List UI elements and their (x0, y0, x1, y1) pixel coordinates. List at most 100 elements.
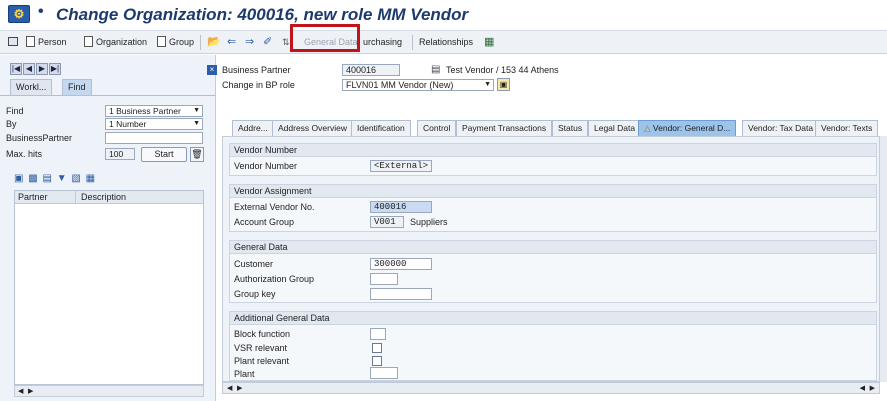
tab-address[interactable]: Addre... (232, 120, 274, 136)
back-arrow-icon[interactable]: ⇐ (227, 31, 236, 54)
last-page-icon[interactable]: ▶| (49, 63, 61, 75)
locator-pane: |◀ ◀ ▶ ▶| Workl... Find Find 1 Business … (0, 55, 216, 401)
tab-vendor-tax-data[interactable]: Vendor: Tax Data (742, 120, 820, 136)
tab-address-overview[interactable]: Address Overview (272, 120, 353, 136)
bp-role-label: Change in BP role (222, 80, 295, 90)
account-group-label: Account Group (234, 217, 295, 227)
next-page-icon[interactable]: ▶ (36, 63, 48, 75)
vendor-number-label: Vendor Number (234, 161, 298, 171)
business-partner-description: Test Vendor / 153 44 Athens (446, 65, 559, 75)
first-page-icon[interactable]: |◀ (10, 63, 22, 75)
relationships-button[interactable]: Relationships (419, 31, 473, 54)
find-label: Find (6, 106, 24, 116)
details-icon[interactable]: ▣ (14, 173, 24, 184)
result-grid: Partner Description (14, 190, 204, 385)
purchasing-button[interactable]: urchasing (363, 31, 402, 54)
scroll-right-icon[interactable]: ▶ (28, 387, 33, 395)
tab-vendor-texts[interactable]: Vendor: Texts (815, 120, 879, 136)
group-button[interactable]: Group (157, 31, 194, 54)
find-icon[interactable]: ▩ (28, 173, 38, 184)
plant-label: Plant (234, 369, 255, 379)
customer-label: Customer (234, 259, 274, 269)
plant-relevant-checkbox[interactable] (372, 356, 382, 366)
tab-strip: Addre... Address Overview Identification… (232, 120, 887, 136)
edit-pencil-icon[interactable]: ✐ (263, 31, 272, 54)
forward-arrow-icon[interactable]: ⇒ (245, 31, 254, 54)
by-select[interactable]: 1 Number ▼ (105, 118, 203, 130)
tab-worklist[interactable]: Workl... (10, 79, 53, 95)
dropdown-arrow-icon: ▼ (193, 107, 200, 114)
scroll-right-icon[interactable]: ▶ (237, 384, 242, 392)
group-title: Vendor Number (230, 144, 876, 157)
find-select[interactable]: 1 Business Partner ▼ (105, 105, 203, 117)
tab-identification[interactable]: Identification (351, 120, 411, 136)
bp-role-select[interactable]: FLVN01 MM Vendor (New) ▼ (342, 79, 494, 91)
horizontal-scrollbar[interactable]: ◀ ▶ (14, 385, 204, 397)
export-icon[interactable]: ▦ (86, 173, 96, 184)
plant-relevant-label: Plant relevant (234, 356, 290, 366)
hierarchy-icon[interactable]: ▦ (484, 31, 494, 54)
external-vendor-number-field[interactable]: 400016 (370, 201, 432, 213)
menu-dot-icon[interactable]: • (38, 3, 44, 21)
result-toolbar: ▣ ▩ ▤ ▼ ▧ ▦ (14, 173, 164, 189)
collapse-icon[interactable]: × (207, 65, 217, 75)
open-folder-icon[interactable]: 📂 (207, 31, 221, 54)
block-function-field[interactable] (370, 328, 386, 340)
group-additional-general-data: Additional General Data Block function V… (229, 311, 877, 381)
layout-icon[interactable]: ▧ (71, 173, 81, 184)
scroll-left-icon[interactable]: ◀ (18, 387, 23, 395)
account-group-field[interactable]: V001 (370, 216, 404, 228)
tab-legal-data[interactable]: Legal Data (588, 120, 642, 136)
organization-button[interactable]: Organization (84, 31, 147, 54)
bp-icon[interactable]: ⚙ (8, 5, 30, 23)
column-divider (75, 191, 76, 204)
column-description[interactable]: Description (81, 192, 126, 202)
customer-field[interactable]: 300000 (370, 258, 432, 270)
tab-vendor-general-data[interactable]: △ Vendor: General D... (638, 120, 737, 136)
vsr-relevant-label: VSR relevant (234, 343, 288, 353)
external-vendor-number-label: External Vendor No. (234, 202, 315, 212)
highlight-box (290, 24, 360, 52)
scroll-left-icon[interactable]: ◀ (227, 384, 232, 392)
group-general-data: General Data Customer 300000 Authorizati… (229, 240, 877, 303)
switch-icon[interactable]: ⇅ (282, 31, 290, 54)
scroll-right-icon[interactable]: ▶ (870, 384, 875, 392)
delete-icon[interactable]: 🗑 (190, 147, 204, 162)
vendor-number-field[interactable]: <External> (370, 160, 432, 172)
role-details-icon[interactable]: ▣ (497, 78, 510, 91)
previous-page-icon[interactable]: ◀ (23, 63, 35, 75)
start-button[interactable]: Start (141, 147, 187, 162)
tab-status[interactable]: Status (552, 120, 589, 136)
application-toolbar: Person Organization Group 📂 ⇐ ⇒ ✐ ⇅ Gene… (0, 30, 887, 54)
plant-field[interactable] (370, 367, 398, 379)
toolbar-divider (412, 35, 413, 50)
scroll-left-icon[interactable]: ◀ (860, 384, 865, 392)
business-partner-field[interactable]: 400016 (342, 64, 400, 76)
toggle-nav-icon[interactable] (8, 31, 18, 54)
authorization-group-label: Authorization Group (234, 274, 315, 284)
filter-icon[interactable]: ▼ (57, 173, 68, 184)
group-vendor-number: Vendor Number Vendor Number <External> (229, 143, 877, 176)
vertical-scrollbar[interactable] (880, 136, 887, 382)
horizontal-scrollbar[interactable]: ◀ ▶ ◀ ▶ (222, 382, 880, 394)
group-title: Vendor Assignment (230, 185, 876, 198)
max-hits-input[interactable]: 100 (105, 148, 135, 160)
group-title: Additional General Data (230, 312, 876, 325)
grid-header: Partner Description (15, 191, 203, 204)
column-partner[interactable]: Partner (18, 192, 48, 202)
document-icon (84, 36, 93, 47)
partner-header: × Business Partner 400016 ▤ Test Vendor … (207, 55, 887, 115)
business-partner-input[interactable] (105, 132, 203, 144)
tab-find[interactable]: Find (62, 79, 92, 95)
vsr-relevant-checkbox[interactable] (372, 343, 382, 353)
warning-icon: △ (644, 123, 651, 133)
tab-payment-transactions[interactable]: Payment Transactions (456, 120, 553, 136)
sort-icon[interactable]: ▤ (42, 173, 52, 184)
by-label: By (6, 119, 17, 129)
document-icon (157, 36, 166, 47)
address-card-icon: ▤ (431, 64, 441, 75)
authorization-group-field[interactable] (370, 273, 398, 285)
person-button[interactable]: Person (26, 31, 67, 54)
group-key-field[interactable] (370, 288, 432, 300)
tab-control[interactable]: Control (417, 120, 457, 136)
